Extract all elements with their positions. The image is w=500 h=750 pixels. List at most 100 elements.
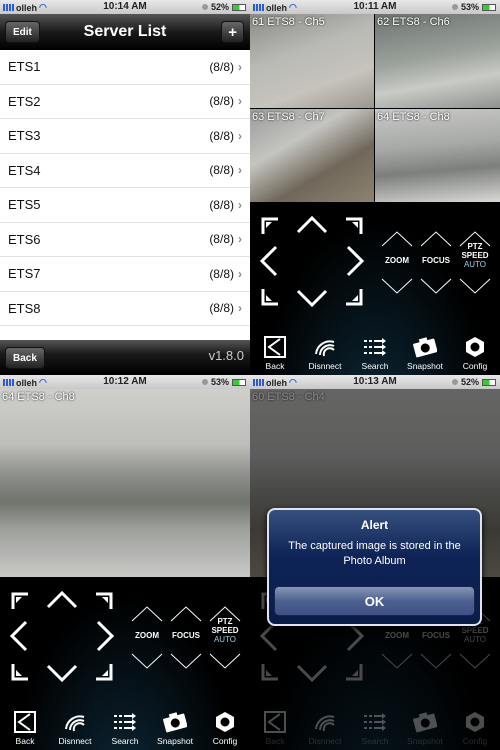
server-name: ETS6	[8, 231, 41, 247]
add-server-button[interactable]: +	[221, 21, 244, 43]
speed-text: SPEED	[461, 251, 489, 260]
zoom-out-button[interactable]	[130, 652, 164, 670]
back-button[interactable]: Back	[5, 347, 45, 369]
speed-value[interactable]: AUTO	[458, 260, 492, 269]
single-camera-screen: olleh ◠ 10:12 AM 53% 64 ETS8 - Ch8 ZOOM FO…	[0, 375, 250, 750]
ptz-direction-pad[interactable]	[258, 214, 368, 309]
config-gear-icon	[466, 337, 484, 357]
chevron-right-icon: ›	[238, 301, 242, 316]
server-row[interactable]: ETS7 (8/8) ›	[0, 257, 250, 292]
chevron-right-icon: ›	[238, 197, 242, 212]
camera-feed[interactable]: 64 ETS8 - Ch8	[0, 389, 250, 577]
toolbar-label: Disnnect	[58, 736, 92, 746]
zoom-out-button[interactable]	[380, 277, 414, 295]
ptz-out-button[interactable]	[458, 277, 492, 295]
toolbar-label: Search	[361, 361, 389, 371]
camera-label: 62 ETS8 - Ch6	[377, 16, 450, 28]
status-bar: olleh ◠ 10:11 AM 53%	[250, 0, 500, 14]
toolbar-label: Disnnect	[308, 361, 342, 371]
toolbar-back-button[interactable]: Back	[251, 336, 299, 371]
server-name: ETS3	[8, 128, 41, 144]
toolbar: Back Disnnect Search Snapshot Config	[0, 700, 250, 750]
battery-percent: 52%	[210, 2, 229, 12]
battery-icon	[482, 378, 496, 386]
focus-in-button[interactable]	[419, 230, 453, 248]
server-row[interactable]: ETS5 (8/8) ›	[0, 188, 250, 223]
toolbar-config-button[interactable]: Config	[201, 711, 249, 746]
alert-ok-button[interactable]: OK	[274, 586, 475, 616]
toolbar-back-button[interactable]: Back	[1, 711, 49, 746]
chevron-right-icon: ›	[238, 59, 242, 74]
zoom-in-button[interactable]	[380, 230, 414, 248]
speed-value[interactable]: AUTO	[208, 635, 242, 644]
camera-feed[interactable]: 62 ETS8 - Ch6	[375, 14, 500, 108]
bottom-bar: Back v1.8.0	[0, 340, 250, 375]
server-row[interactable]: ETS4 (8/8) ›	[0, 153, 250, 188]
camera-snapshot-icon	[163, 712, 187, 733]
battery-percent: 52%	[460, 377, 479, 387]
server-list-screen: olleh ◠ 10:14 AM 52% Edit Server List + E…	[0, 0, 250, 375]
search-icon	[364, 338, 386, 356]
battery-percent: 53%	[210, 377, 229, 387]
toolbar: Back Disnnect Search Snapshot Config	[250, 325, 500, 375]
server-row[interactable]: ETS3 (8/8) ›	[0, 119, 250, 154]
server-list: ETS1 (8/8) › ETS2 (8/8) › ETS3 (8/8) › ETS4 (8/8) ›…	[0, 50, 250, 326]
search-icon	[114, 713, 136, 731]
ptz-text: PTZ	[467, 242, 483, 251]
toolbar-label: Config	[212, 736, 238, 746]
toolbar-search-button[interactable]: Search	[351, 336, 399, 371]
version-label: v1.8.0	[208, 348, 244, 363]
focus-label: FOCUS	[422, 256, 450, 265]
toolbar-search-button[interactable]: Search	[101, 711, 149, 746]
alert-message: The captured image is stored in the Phot…	[288, 540, 461, 567]
ptz-out-button[interactable]	[208, 652, 242, 670]
server-name: ETS8	[8, 300, 41, 316]
alarm-icon	[201, 379, 208, 385]
camera-feed[interactable]: 64 ETS8 - Ch8	[375, 109, 500, 202]
focus-out-button[interactable]	[419, 277, 453, 295]
quad-camera-screen: olleh ◠ 10:11 AM 53% 61 ETS8 - Ch5 62 ETS…	[250, 0, 500, 375]
chevron-right-icon: ›	[238, 163, 242, 178]
toolbar-label: Snapshot	[157, 736, 193, 746]
server-row[interactable]: ETS2 (8/8) ›	[0, 84, 250, 119]
toolbar-snapshot-button[interactable]: Snapshot	[401, 336, 449, 371]
ptz-speed-label: PTZSPEEDAUTO	[458, 242, 492, 269]
alarm-icon	[451, 379, 458, 385]
server-name: ETS7	[8, 266, 41, 282]
toolbar-disconnect-button[interactable]: Disnnect	[51, 711, 99, 746]
server-row[interactable]: ETS8 (8/8) ›	[0, 291, 250, 326]
ptz-speed-label: PTZSPEEDAUTO	[208, 617, 242, 644]
zoom-in-button[interactable]	[130, 605, 164, 623]
alarm-icon	[201, 4, 208, 10]
battery-icon	[232, 3, 246, 11]
chevron-right-icon: ›	[238, 232, 242, 247]
ptz-direction-pad[interactable]	[8, 589, 118, 684]
edit-button[interactable]: Edit	[5, 21, 40, 43]
camera-feed[interactable]: 63 ETS8 - Ch7	[250, 109, 374, 202]
camera-label: 63 ETS8 - Ch7	[252, 111, 325, 123]
camera-feed[interactable]: 61 ETS8 - Ch5	[250, 14, 374, 108]
channel-count: (8/8)	[209, 232, 234, 247]
snapshot-alert-screen: olleh ◠ 10:13 AM 52% 60 ETS8 - Ch4 ZOOM FO…	[250, 375, 500, 750]
toolbar-config-button[interactable]: Config	[451, 336, 499, 371]
channel-count: (8/8)	[209, 163, 234, 178]
alert-title: Alert	[360, 518, 389, 532]
status-bar: olleh ◠ 10:14 AM 52%	[0, 0, 250, 14]
focus-in-button[interactable]	[169, 605, 203, 623]
server-name: ETS5	[8, 197, 41, 213]
server-row[interactable]: ETS1 (8/8) ›	[0, 50, 250, 85]
focus-label: FOCUS	[172, 631, 200, 640]
ptz-text: PTZ	[217, 617, 233, 626]
focus-out-button[interactable]	[169, 652, 203, 670]
server-name: ETS4	[8, 162, 41, 178]
battery-percent: 53%	[460, 2, 479, 12]
battery-icon	[482, 3, 496, 11]
config-gear-icon	[216, 712, 234, 732]
toolbar-label: Config	[462, 361, 488, 371]
server-row[interactable]: ETS6 (8/8) ›	[0, 222, 250, 257]
toolbar-snapshot-button[interactable]: Snapshot	[151, 711, 199, 746]
toolbar-disconnect-button[interactable]: Disnnect	[301, 336, 349, 371]
alarm-icon	[451, 4, 458, 10]
camera-label: 64 ETS8 - Ch8	[377, 111, 450, 123]
server-name: ETS1	[8, 59, 41, 75]
